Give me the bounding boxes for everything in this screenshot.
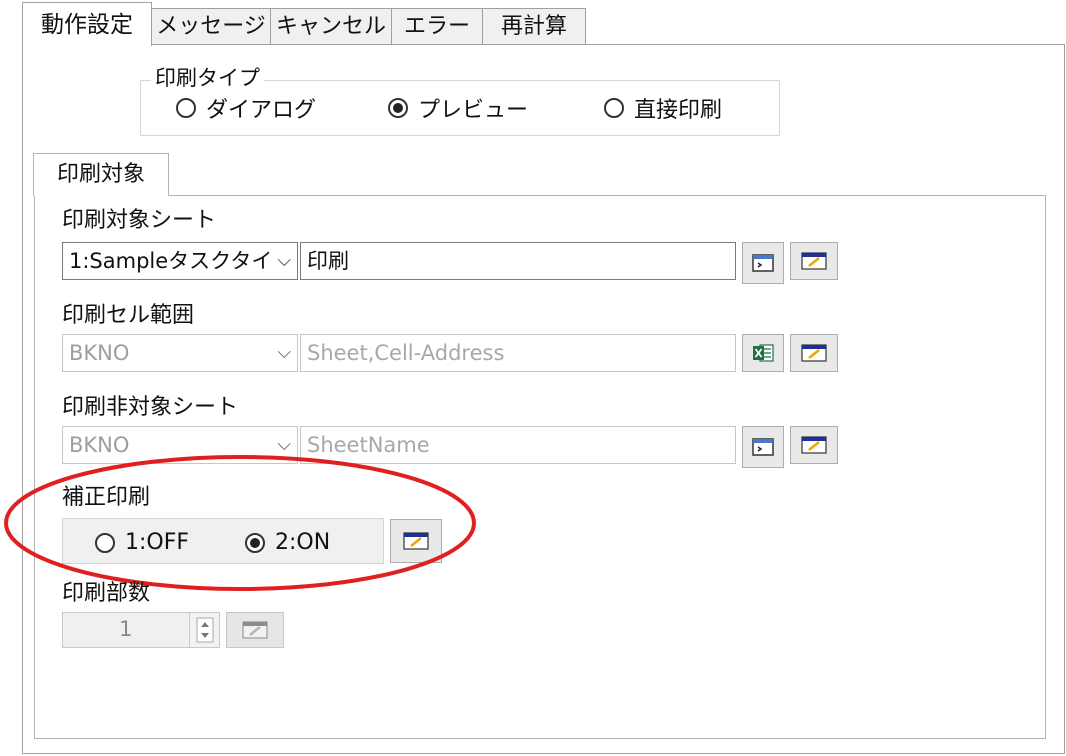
edit-button[interactable] (390, 519, 442, 563)
tab-strip: 動作設定 メッセージ キャンセル エラー 再計算 (0, 0, 1066, 46)
print-non-target-sheet-label: 印刷非対象シート (62, 395, 239, 420)
sheet-select-icon (752, 438, 774, 456)
sheet-select-icon (752, 254, 774, 272)
tab-recalculate[interactable]: 再計算 (482, 8, 586, 45)
radio-button-icon (95, 532, 115, 553)
radio-label: ダイアログ (206, 98, 317, 123)
stepper-value: 1 (119, 617, 133, 641)
tab-messages[interactable]: メッセージ (151, 8, 271, 45)
edit-button[interactable] (790, 426, 838, 464)
combo-value: BKNO (69, 433, 130, 457)
chevron-down-icon: ⌵ (277, 434, 291, 455)
radio-label: 直接印刷 (634, 98, 723, 123)
sheet-select-button[interactable] (742, 242, 784, 284)
tab-cancel[interactable]: キャンセル (270, 8, 392, 45)
radio-button-selected-icon (388, 98, 408, 118)
tab-label: エラー (403, 14, 470, 39)
print-copies-stepper[interactable]: 1 (62, 612, 220, 648)
radio-button-icon (604, 98, 624, 118)
tab-label: メッセージ (156, 14, 266, 39)
edit-icon (801, 436, 827, 454)
radio-label: 2:ON (275, 530, 331, 555)
print-target-sheet-combo[interactable]: 1:Sampleタスクタイ ⌵ (62, 242, 298, 280)
correction-print-label: 補正印刷 (62, 485, 151, 510)
chevron-down-icon: ⌵ (277, 342, 291, 363)
print-target-sheet-field[interactable]: 印刷 (300, 242, 736, 280)
field-placeholder: SheetName (307, 433, 430, 457)
spin-arrows (196, 617, 214, 643)
edit-button[interactable] (790, 334, 838, 372)
combo-value: BKNO (69, 341, 130, 365)
edit-button[interactable] (790, 242, 838, 280)
edit-icon (801, 252, 827, 270)
tab-label: 印刷対象 (56, 162, 145, 187)
radio-button-selected-icon (245, 532, 265, 553)
radio-correction-on[interactable]: 2:ON (245, 530, 330, 555)
print-cell-range-combo[interactable]: BKNO ⌵ (62, 334, 298, 372)
tab-operation-settings[interactable]: 動作設定 (22, 2, 152, 46)
tab-label: 再計算 (500, 14, 567, 39)
radio-label: 1:OFF (125, 530, 190, 555)
tab-label: 動作設定 (41, 12, 133, 38)
spinner-arrows-icon[interactable] (189, 613, 219, 647)
tab-print-target[interactable]: 印刷対象 (33, 153, 169, 196)
combo-value: 1:Sampleタスクタイ (69, 249, 273, 273)
tab-label: キャンセル (275, 14, 386, 39)
radio-preview[interactable]: プレビュー (388, 92, 528, 124)
print-non-target-sheet-combo[interactable]: BKNO ⌵ (62, 426, 298, 464)
print-copies-label: 印刷部数 (62, 581, 151, 606)
excel-icon (753, 344, 774, 362)
print-cell-range-field[interactable]: Sheet,Cell-Address (300, 334, 736, 372)
radio-label: プレビュー (418, 98, 529, 123)
field-placeholder: Sheet,Cell-Address (307, 341, 505, 365)
chevron-down-icon: ⌵ (277, 250, 291, 271)
radio-dialog[interactable]: ダイアログ (176, 92, 316, 124)
radio-button-icon (176, 98, 196, 118)
print-cell-range-label: 印刷セル範囲 (62, 303, 195, 328)
print-target-sheet-label: 印刷対象シート (62, 208, 217, 233)
edit-icon (403, 532, 429, 550)
edit-icon (242, 621, 268, 639)
sheet-select-button[interactable] (742, 426, 784, 468)
excel-button[interactable] (742, 334, 784, 372)
edit-icon (801, 344, 827, 362)
tab-error[interactable]: エラー (391, 8, 483, 45)
print-type-title: 印刷タイプ (151, 66, 264, 90)
field-value: 印刷 (307, 249, 349, 273)
radio-direct-print[interactable]: 直接印刷 (604, 92, 722, 124)
radio-correction-off[interactable]: 1:OFF (95, 530, 189, 555)
print-non-target-sheet-field[interactable]: SheetName (300, 426, 736, 464)
edit-button-disabled[interactable] (226, 612, 284, 648)
